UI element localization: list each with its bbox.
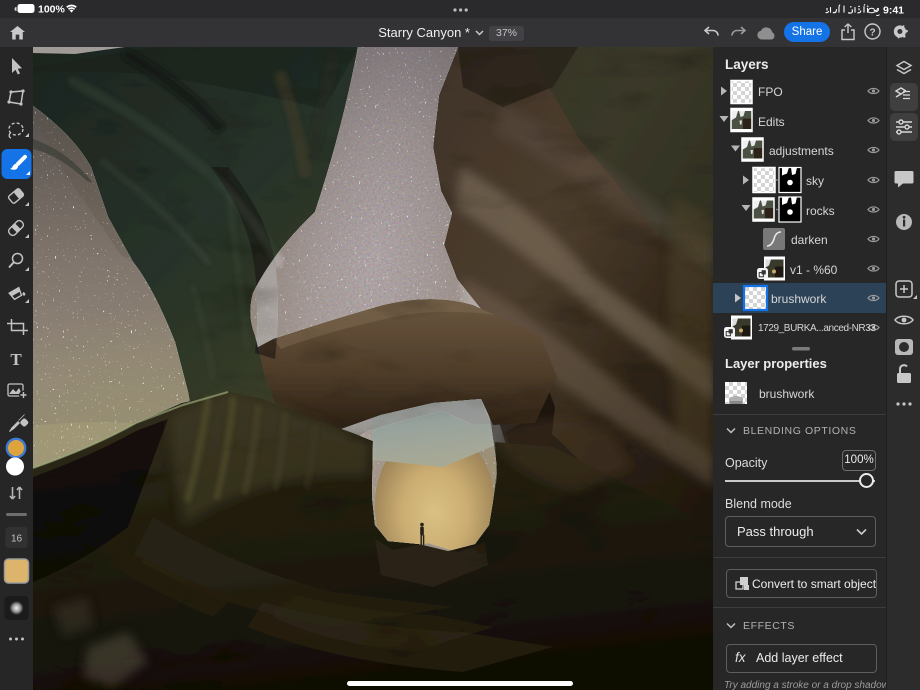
- svg-text:?: ?: [869, 27, 875, 38]
- svg-text:100%: 100%: [38, 4, 66, 16]
- svg-text:9:41: 9:41: [883, 5, 904, 17]
- svg-text:T: T: [10, 350, 22, 369]
- svg-text:16: 16: [11, 534, 23, 545]
